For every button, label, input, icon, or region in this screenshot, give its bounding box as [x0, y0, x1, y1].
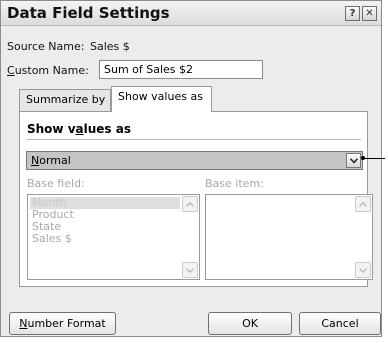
selected-mnemonic: N — [31, 154, 40, 167]
number-format-button[interactable]: Number Format — [9, 312, 116, 335]
list-item[interactable]: Sales $ — [30, 233, 72, 245]
section-divider — [27, 139, 361, 140]
scroll-down-button[interactable] — [355, 262, 371, 278]
title-bar[interactable]: Data Field Settings ? ✕ — [1, 1, 381, 26]
chevron-up-icon — [186, 202, 194, 207]
chevron-down-icon — [359, 268, 367, 273]
dropdown-arrow-button[interactable] — [346, 153, 361, 168]
scroll-down-button[interactable] — [182, 262, 198, 278]
tab-show-values-as[interactable]: Show values as — [111, 86, 212, 112]
chevron-down-icon — [350, 158, 358, 164]
number-format-label: umber Format — [27, 317, 106, 330]
cancel-button[interactable]: Cancel — [299, 312, 381, 335]
custom-name-input[interactable] — [99, 60, 263, 79]
dropdown-selected-value: Normal — [31, 154, 71, 167]
close-button[interactable]: ✕ — [362, 6, 377, 21]
chevron-up-icon — [359, 202, 367, 207]
help-button[interactable]: ? — [345, 6, 360, 21]
show-values-as-dropdown[interactable]: Normal — [26, 151, 363, 170]
custom-name-label-text: ustom Name: — [14, 64, 89, 77]
source-name-value: Sales $ — [90, 40, 130, 53]
ok-button[interactable]: OK — [208, 312, 292, 335]
base-field-label: Base field: — [27, 177, 85, 190]
base-field-list[interactable]: Month Product State Sales $ — [27, 194, 200, 280]
base-item-scrollbar[interactable] — [355, 196, 371, 278]
dialog-title: Data Field Settings — [7, 4, 170, 22]
custom-name-label: Custom Name: — [7, 64, 89, 77]
base-field-scrollbar[interactable] — [182, 196, 198, 278]
tab-summarize-by[interactable]: Summarize by — [19, 89, 111, 111]
scroll-up-button[interactable] — [355, 196, 371, 212]
scroll-up-button[interactable] — [182, 196, 198, 212]
custom-name-mnemonic: C — [7, 64, 15, 77]
base-item-list[interactable] — [205, 194, 373, 280]
close-icon: ✕ — [365, 8, 374, 19]
heading-text-end: lues as — [83, 122, 131, 136]
base-item-label: Base item: — [205, 177, 264, 190]
show-values-as-heading: Show values as — [27, 122, 131, 136]
heading-mnemonic: a — [75, 122, 84, 136]
source-name-label: Source Name: — [7, 40, 85, 53]
selected-text: ormal — [39, 154, 71, 167]
callout-line — [363, 158, 385, 159]
help-icon: ? — [349, 8, 356, 19]
chevron-down-icon — [186, 268, 194, 273]
number-format-mnemonic: N — [19, 317, 28, 330]
heading-text-start: Show v — [27, 122, 76, 136]
data-field-settings-dialog: Data Field Settings ? ✕ Source Name: Sal… — [0, 0, 382, 337]
